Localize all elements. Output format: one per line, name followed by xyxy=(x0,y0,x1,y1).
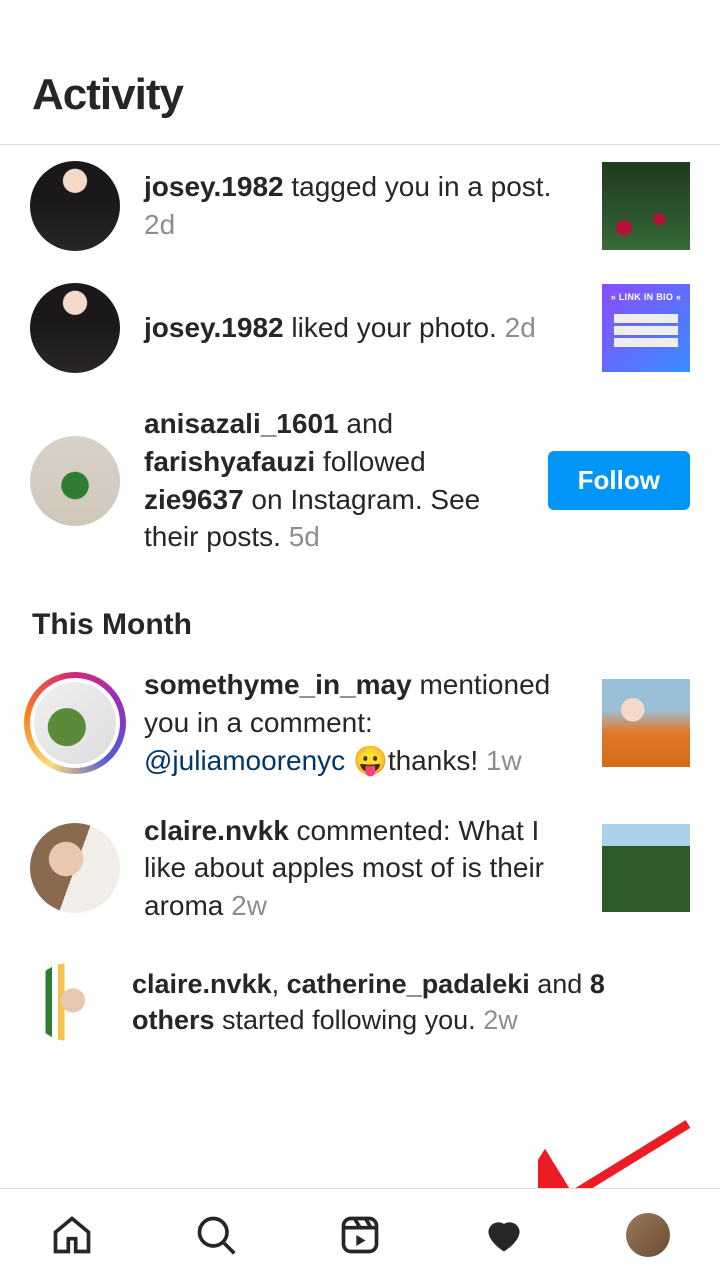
activity-text: somethyme_in_may mentioned you in a comm… xyxy=(144,666,578,779)
avatar[interactable] xyxy=(30,161,120,251)
username[interactable]: somethyme_in_may xyxy=(144,669,412,700)
post-thumbnail[interactable] xyxy=(602,162,690,250)
username[interactable]: anisazali_1601 xyxy=(144,408,339,439)
avatar[interactable] xyxy=(30,963,108,1041)
section-header: This Month xyxy=(0,572,720,650)
mention-link[interactable]: @juliamoorenyc xyxy=(144,745,345,776)
username[interactable]: josey.1982 xyxy=(144,171,284,202)
timestamp: 2d xyxy=(505,312,536,343)
avatar[interactable] xyxy=(30,283,120,373)
post-thumbnail[interactable] xyxy=(602,679,690,767)
username[interactable]: claire.nvkk xyxy=(144,815,289,846)
username[interactable]: farishyafauzi xyxy=(144,446,315,477)
activity-row[interactable]: josey.1982 liked your photo. 2d xyxy=(0,267,720,389)
username[interactable]: catherine_padaleki xyxy=(287,969,530,999)
activity-feed: josey.1982 tagged you in a post. 2d jose… xyxy=(0,145,720,1057)
activity-row[interactable]: claire.nvkk, catherine_padaleki and 8 ot… xyxy=(0,941,720,1057)
emoji: 😛 xyxy=(353,745,388,776)
follow-button[interactable]: Follow xyxy=(548,451,690,510)
username[interactable]: josey.1982 xyxy=(144,312,284,343)
avatar[interactable] xyxy=(30,436,120,526)
activity-text: claire.nvkk, catherine_padaleki and 8 ot… xyxy=(132,966,690,1039)
activity-icon[interactable] xyxy=(480,1211,528,1259)
post-thumbnail[interactable] xyxy=(602,284,690,372)
timestamp: 1w xyxy=(486,745,522,776)
activity-text: josey.1982 tagged you in a post. 2d xyxy=(144,168,578,244)
timestamp: 2w xyxy=(483,1005,518,1035)
timestamp: 2w xyxy=(231,890,267,921)
avatar[interactable] xyxy=(30,678,120,768)
activity-text: anisazali_1601 and farishyafauzi followe… xyxy=(144,405,524,556)
activity-row[interactable]: claire.nvkk commented: What I like about… xyxy=(0,796,720,941)
activity-row[interactable]: somethyme_in_may mentioned you in a comm… xyxy=(0,650,720,795)
profile-avatar[interactable] xyxy=(624,1211,672,1259)
activity-text: claire.nvkk commented: What I like about… xyxy=(144,812,578,925)
username[interactable]: claire.nvkk xyxy=(132,969,272,999)
search-icon[interactable] xyxy=(192,1211,240,1259)
timestamp: 5d xyxy=(289,521,320,552)
page-title: Activity xyxy=(0,0,720,144)
bottom-nav xyxy=(0,1188,720,1280)
timestamp: 2d xyxy=(144,209,175,240)
reels-icon[interactable] xyxy=(336,1211,384,1259)
activity-row[interactable]: josey.1982 tagged you in a post. 2d xyxy=(0,145,720,267)
activity-row[interactable]: anisazali_1601 and farishyafauzi followe… xyxy=(0,389,720,572)
activity-text: josey.1982 liked your photo. 2d xyxy=(144,309,578,347)
post-thumbnail[interactable] xyxy=(602,824,690,912)
avatar[interactable] xyxy=(30,823,120,913)
username[interactable]: zie9637 xyxy=(144,484,244,515)
home-icon[interactable] xyxy=(48,1211,96,1259)
